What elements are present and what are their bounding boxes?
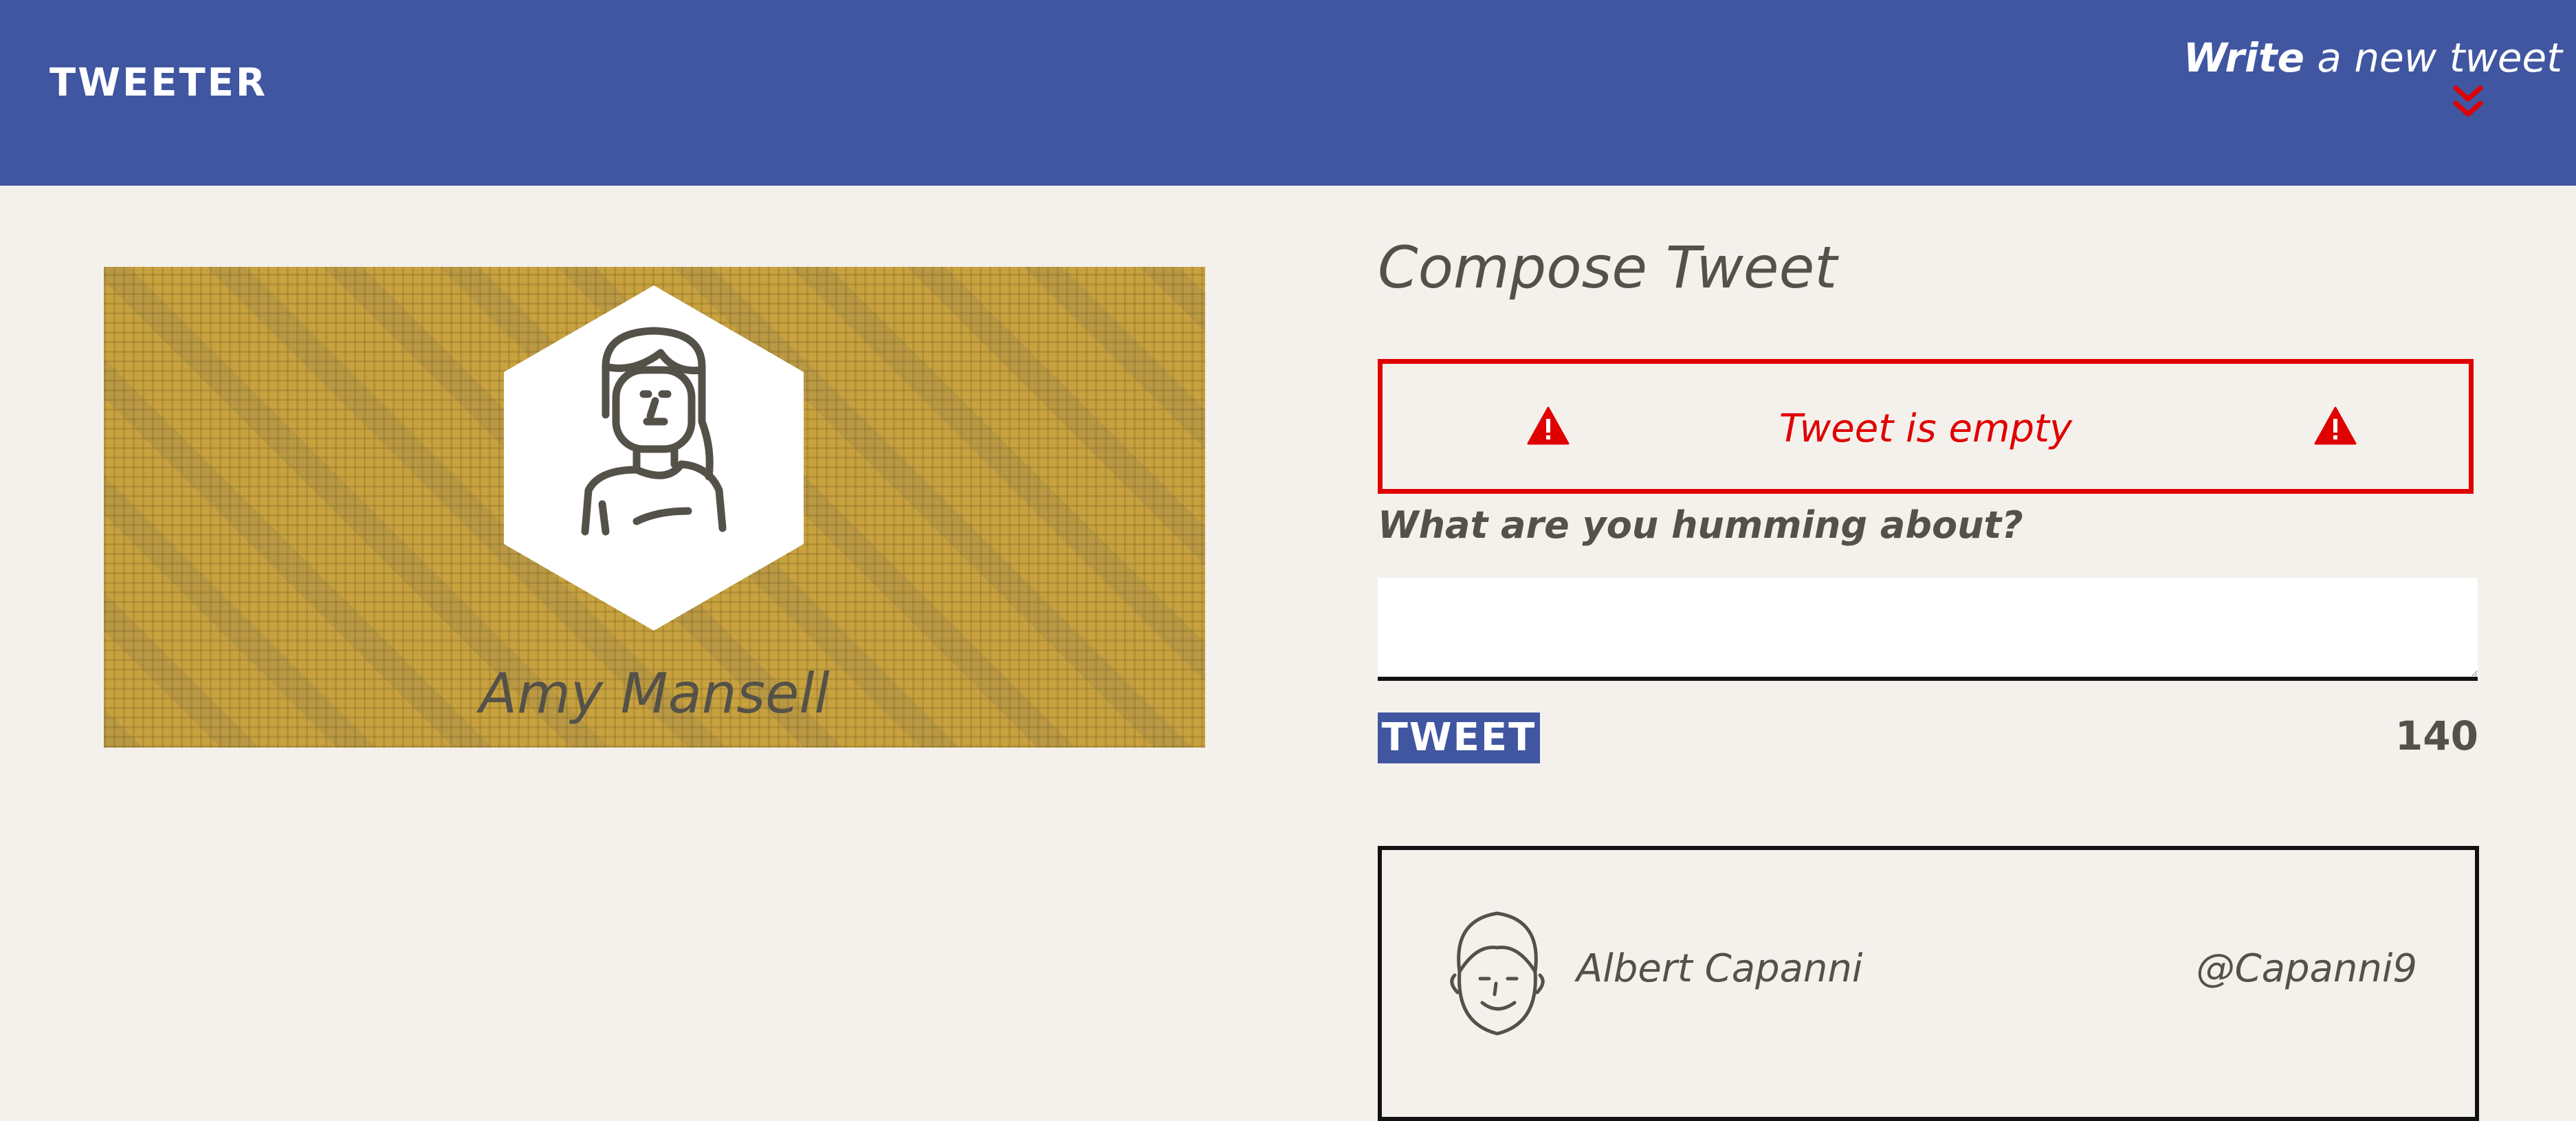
write-new-tweet-link[interactable]: Write a new tweet: [2183, 34, 2562, 81]
tweet-textarea[interactable]: [1378, 578, 2478, 681]
brand-logo[interactable]: TWEETER: [49, 61, 267, 105]
write-rest-text: a new tweet: [2304, 34, 2562, 81]
navbar: TWEETER Write a new tweet: [0, 0, 2576, 186]
profile-avatar: [504, 285, 804, 631]
tweet-card: Albert Capanni @Capanni9: [1378, 846, 2479, 1121]
profile-card: Amy Mansell: [104, 267, 1205, 748]
error-banner: Tweet is empty: [1378, 359, 2474, 494]
tweet-button[interactable]: TWEET: [1378, 712, 1540, 763]
tweet-author-handle: @Capanni9: [2196, 946, 2417, 991]
man-avatar-icon: [1450, 911, 1545, 1036]
error-message: Tweet is empty: [1779, 406, 2073, 451]
profile-name: Amy Mansell: [479, 662, 830, 726]
warning-icon: [2314, 406, 2357, 445]
tweet-author-name: Albert Capanni: [1576, 946, 1863, 991]
tweet-prompt-label: What are you humming about?: [1378, 503, 2023, 547]
double-chevron-down-icon[interactable]: [2453, 84, 2483, 121]
char-counter: 140: [2395, 712, 2478, 759]
compose-title: Compose Tweet: [1378, 234, 1838, 301]
write-bold-text: Write: [2183, 34, 2304, 81]
